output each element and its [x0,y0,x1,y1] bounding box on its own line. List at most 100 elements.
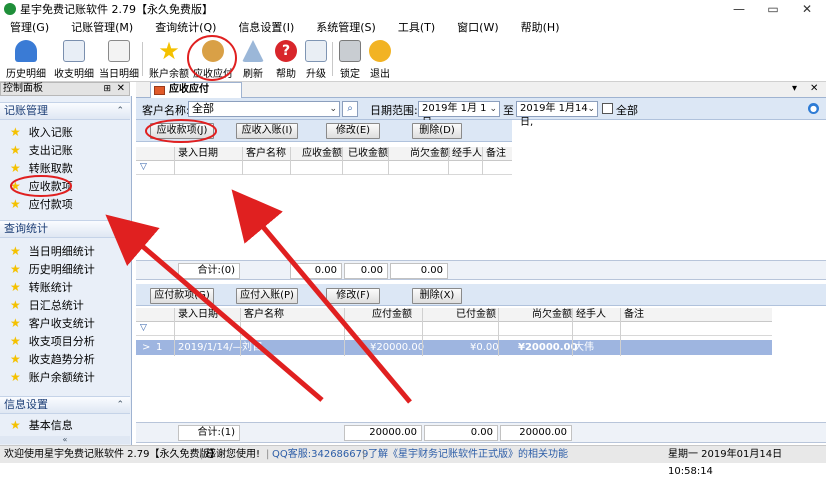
sidebar-item-customer-stats[interactable]: ★ 客户收支统计 [10,314,95,332]
today-detail-label: 当日明细 [99,69,139,80]
customer-select[interactable]: 全部 ⌄ [188,101,340,117]
pin-icon[interactable]: ⊞ [103,83,111,95]
receivable-grid-header: 录入日期 客户名称 应收金额 已收金额 尚欠金额 经手人 备注 [136,147,512,161]
menu-window[interactable]: 窗口(W) [457,19,498,35]
sidebar-item-daily-summary[interactable]: ★ 日汇总统计 [10,296,84,314]
receivable-entry-button[interactable]: 应收入账(I) [236,123,298,139]
table-row[interactable]: > 1 2019/1/14/— 刘官 ¥20000.00 ¥0.00 ¥2000… [136,340,772,355]
sidebar-item-label: 客户收支统计 [28,317,95,330]
grid-line [174,147,175,175]
sidebar-item-payable[interactable]: ★ 应付款项 [10,195,73,213]
search-icon[interactable]: ⌕ [342,101,358,117]
sidebar-group-query[interactable]: 查询统计 [0,220,130,238]
payable-delete-button[interactable]: 删除(X) [412,288,462,304]
payable-edit-button[interactable]: 修改(F) [326,288,380,304]
status-qq[interactable]: QQ客服:342686679 [272,446,368,463]
column-header: 经手人 [576,309,606,320]
payable-entry-button[interactable]: 应付入账(P) [236,288,298,304]
receivable-filter-row[interactable]: ▽ [136,161,512,175]
sidebar-item-label: 收支趋势分析 [28,353,95,366]
refresh-button[interactable]: 刷新 [238,38,268,80]
menu-tools[interactable]: 工具(T) [398,19,435,35]
payable-filter-row[interactable]: ▽ [136,322,772,336]
row-date: 2019/1/14/— [178,342,243,353]
income-expense-detail-button[interactable]: 收支明细 [52,38,96,80]
menu-query[interactable]: 查询统计(Q) [155,19,216,35]
tab-list-icon[interactable]: ▾ [792,83,797,94]
sidebar-item-expense[interactable]: ★ 支出记账 [10,141,73,159]
toolbar-separator [332,42,333,76]
tab-label: 应收应付 [169,84,209,95]
close-button[interactable]: ✕ [790,0,824,18]
window-title: 星宇免费记账软件 2.79【永久免费版】 [20,3,213,16]
receivable-delete-button[interactable]: 删除(D) [412,123,462,139]
help-button[interactable]: ? 帮助 [272,38,300,80]
refresh-icon [242,40,264,62]
sidebar-item-label: 应收款项 [28,180,73,193]
today-detail-button[interactable]: 当日明细 [98,38,140,80]
grid-line [240,308,241,356]
sidebar-collapse-handle[interactable]: « [0,436,130,444]
all-checkbox[interactable] [602,103,613,114]
receivable-item-button[interactable]: 应收款项(J) [150,123,214,139]
star-icon: ★ [10,197,21,211]
date-to-picker[interactable]: 2019年 1月14日, ⌄ [516,101,598,128]
receivable-payable-button[interactable]: 应收应付 [192,38,234,80]
menu-system[interactable]: 系统管理(S) [316,19,376,35]
sidebar-item-label: 基本信息 [28,419,73,432]
row-paid-amount: ¥0.00 [470,342,499,353]
account-balance-button[interactable]: ★ 账户余额 [148,38,190,80]
menu-help[interactable]: 帮助(H) [521,19,560,35]
lock-button[interactable]: 锁定 [336,38,364,80]
tab-strip: 应收应付 ▾ ✕ [136,82,826,98]
exit-button[interactable]: 退出 [366,38,394,80]
column-header: 尚欠金额 [532,309,572,320]
status-link[interactable]: 了解《星宇财务记账软件正式版》的相关功能 [368,446,568,463]
sidebar-item-balance-stats[interactable]: ★ 账户余额统计 [10,368,95,386]
info-icon[interactable]: ● [808,103,819,114]
menu-accounting[interactable]: 记账管理(M) [71,19,133,35]
lock-icon [339,40,361,62]
row-payable-amount: ¥20000.00 [370,342,425,353]
sidebar-item-label: 收入记账 [28,126,73,139]
upgrade-label: 升级 [306,69,326,80]
sidebar-item-income[interactable]: ★ 收入记账 [10,123,73,141]
maximize-button[interactable]: ▭ [756,0,790,18]
status-separator: | [362,449,366,460]
sidebar-item-label: 转账取款 [28,162,73,175]
sidebar-item-history-detail[interactable]: ★ 历史明细统计 [10,260,95,278]
upgrade-button[interactable]: 升级 [302,38,330,80]
receivable-edit-button[interactable]: 修改(E) [326,123,380,139]
tab-close-icon[interactable]: ✕ [810,83,818,94]
sidebar-item-receivable[interactable]: ★ 应收款项 [10,177,73,195]
column-header: 客户名称 [244,309,284,320]
tab-receivable-payable[interactable]: 应收应付 [150,82,242,98]
history-detail-button[interactable]: 历史明细 [6,38,46,80]
chevron-left-icon: « [62,435,68,444]
star-icon: ★ [10,262,21,276]
menu-manage[interactable]: 管理(G) [10,19,49,35]
grid-line [290,147,291,175]
menu-info-settings[interactable]: 信息设置(I) [238,19,294,35]
minimize-button[interactable]: — [722,0,756,18]
status-thanks: 感谢您使用! [206,449,261,460]
sidebar-group-accounting[interactable]: 记账管理 ⌃ [0,102,130,120]
sidebar-item-trend-analysis[interactable]: ★ 收支趋势分析 [10,350,95,368]
sidebar-item-transfer-stats[interactable]: ★ 转账统计 [10,278,73,296]
close-panel-icon[interactable]: ✕ [117,83,125,95]
column-header: 应收金额 [302,148,342,159]
receivable-total-amount: 0.00 [290,263,342,279]
sidebar-item-label: 账户余额统计 [28,371,95,384]
sidebar-group-info[interactable]: 信息设置 ⌃ [0,396,130,414]
grid-line [174,308,175,356]
sidebar-item-project-analysis[interactable]: ★ 收支项目分析 [10,332,95,350]
exit-icon [369,40,391,62]
sidebar-item-transfer[interactable]: ★ 转账取款 [10,159,73,177]
main-panel: 客户名称: 全部 ⌄ ⌕ 日期范围: 2019年 1月 1日,⌄ 至 2019年 … [136,98,826,445]
sidebar-item-basic-info[interactable]: ★ 基本信息 [10,416,73,434]
date-from-picker[interactable]: 2019年 1月 1日,⌄ [418,101,500,128]
payable-item-button[interactable]: 应付款项(G) [150,288,214,304]
column-header: 录入日期 [178,148,218,159]
sidebar-item-daily-detail[interactable]: ★ 当日明细统计 [10,242,95,260]
history-detail-label: 历史明细 [6,69,46,80]
